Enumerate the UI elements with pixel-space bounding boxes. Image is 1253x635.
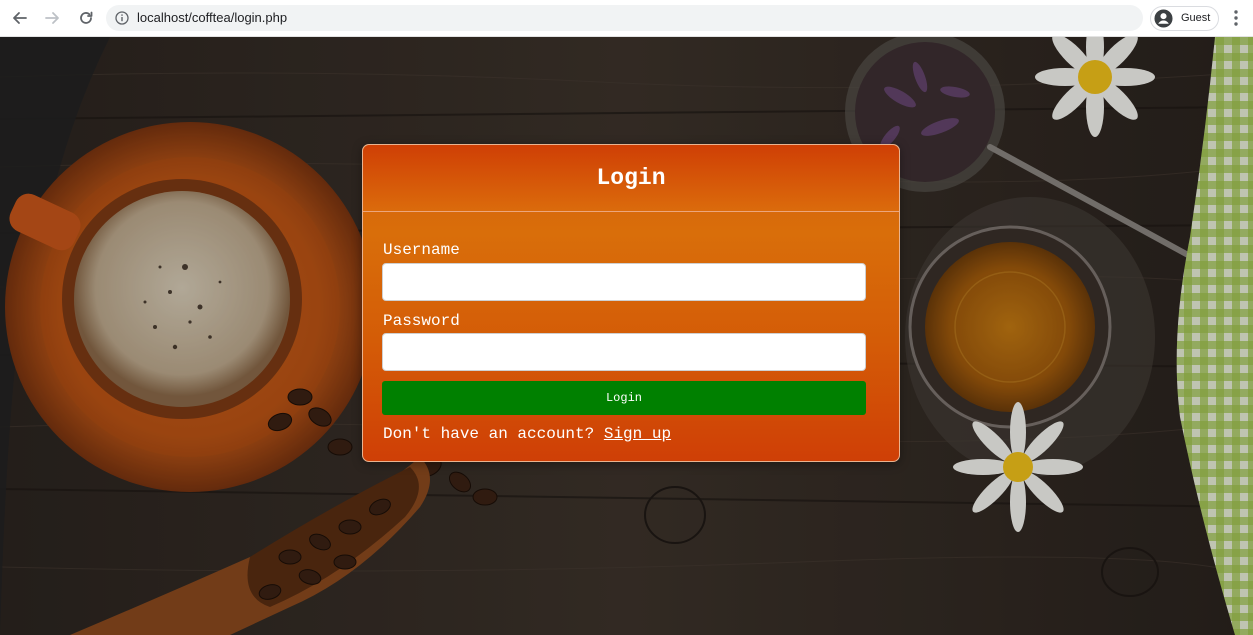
info-icon[interactable] xyxy=(115,11,129,25)
signup-prompt-line: Don't have an account? Sign up xyxy=(383,425,671,443)
forward-button[interactable] xyxy=(42,8,62,28)
more-vertical-icon xyxy=(1234,10,1238,26)
login-title: Login xyxy=(596,165,666,191)
login-card-header: Login xyxy=(363,145,899,212)
signup-prompt-text: Don't have an account? xyxy=(383,425,595,443)
profile-label: Guest xyxy=(1181,12,1211,24)
login-card: Login Username Password Login Don't have… xyxy=(362,144,900,462)
page-background: Login Username Password Login Don't have… xyxy=(0,37,1253,635)
back-arrow-icon xyxy=(13,12,27,24)
browser-menu-button[interactable] xyxy=(1226,8,1246,28)
username-input[interactable] xyxy=(382,263,866,301)
browser-toolbar: localhost/cofftea/login.php Guest xyxy=(0,0,1253,37)
forward-arrow-icon xyxy=(45,12,59,24)
login-button[interactable]: Login xyxy=(382,381,866,415)
back-button[interactable] xyxy=(10,8,30,28)
signup-link[interactable]: Sign up xyxy=(604,425,671,443)
profile-button[interactable]: Guest xyxy=(1150,6,1219,31)
account-circle-icon xyxy=(1154,9,1173,28)
url-text[interactable]: localhost/cofftea/login.php xyxy=(137,10,287,25)
reload-icon xyxy=(80,11,93,24)
reload-button[interactable] xyxy=(76,8,96,28)
password-label: Password xyxy=(383,312,460,330)
password-input[interactable] xyxy=(382,333,866,371)
username-label: Username xyxy=(383,241,460,259)
address-bar[interactable]: localhost/cofftea/login.php xyxy=(106,5,1143,31)
